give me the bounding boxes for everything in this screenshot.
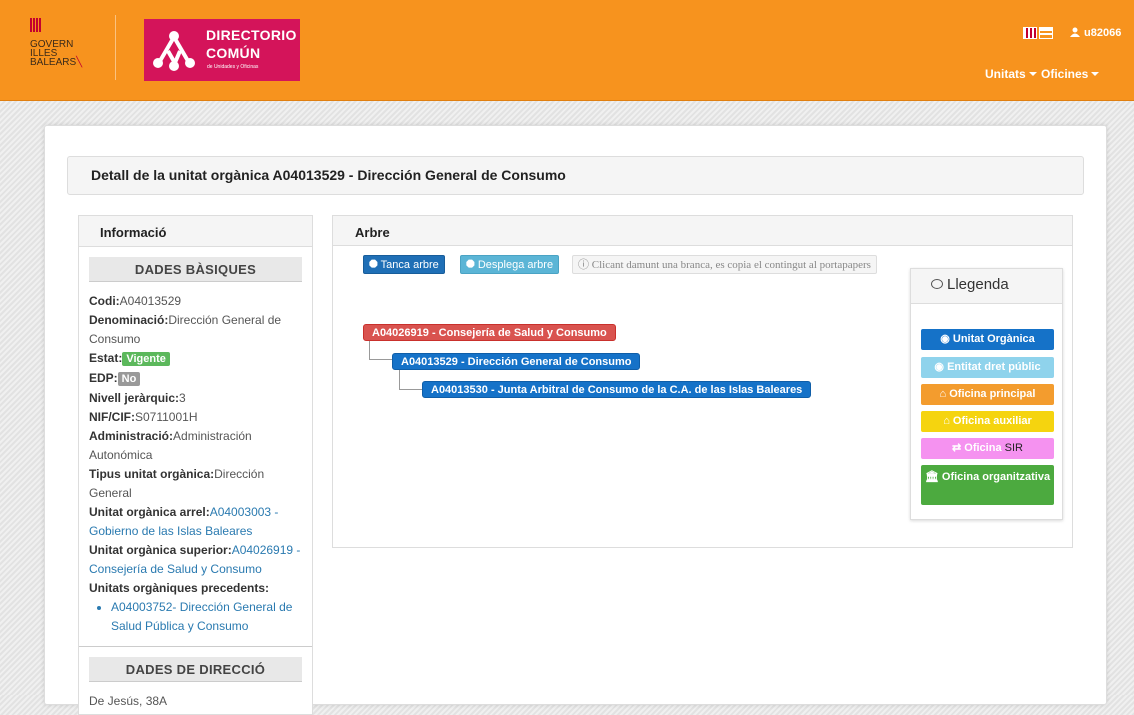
field-nif: NIF/CIF:S0711001H <box>89 408 302 427</box>
field-arrel: Unitat orgànica arrel:A04003003 - Gobier… <box>89 503 302 541</box>
field-tipus: Tipus unitat orgànica:Dirección General <box>89 465 302 503</box>
field-codi: Codi:A04013529 <box>89 292 302 311</box>
field-label: Unitat orgànica superior: <box>89 543 232 557</box>
comment-icon <box>931 279 943 289</box>
globe-icon: ◉ <box>934 361 948 373</box>
sir-logo: SIR <box>1004 442 1023 454</box>
field-nivell: Nivell jeràrquic:3 <box>89 389 302 408</box>
top-header: GOVERN ILLES BALEARS╲ DIRECTORIO COMÚN d… <box>0 0 1134 101</box>
caret-down-icon <box>1028 72 1037 76</box>
collapse-tree-button[interactable]: ⯃ Tanca arbre <box>363 255 445 274</box>
tree-node-current[interactable]: A04013529 - Dirección General de Consumo <box>392 353 641 370</box>
legend-oficina-auxiliar: ⌂ Oficina auxiliar <box>921 411 1054 432</box>
legend-title: Llegenda <box>911 269 1062 304</box>
info-panel: Informació DADES BÀSIQUES Codi:A04013529… <box>78 215 313 715</box>
nav-unitats-dropdown[interactable]: Unitats <box>985 67 1037 81</box>
edp-badge: No <box>117 372 141 386</box>
info-panel-title: Informació <box>79 216 312 247</box>
precedents-list: A04003752- Dirección General de Salud Pú… <box>89 598 302 636</box>
legend-panel: Llegenda ◉ Unitat Orgànica ◉ Entitat dre… <box>910 268 1063 520</box>
logo-title-line-1: DIRECTORIO <box>206 27 297 43</box>
legend-unitat-organica: ◉ Unitat Orgànica <box>921 329 1054 350</box>
legend-label: Oficina auxiliar <box>952 415 1032 427</box>
field-label: Nivell jeràrquic: <box>89 391 180 405</box>
sitemap-icon: ⯃ <box>369 259 381 271</box>
tree-node-child[interactable]: A04013530 - Junta Arbitral de Consumo de… <box>422 381 812 398</box>
precedent-link[interactable]: A04003752- Dirección General de Salud Pú… <box>111 598 302 636</box>
field-precedents: Unitats orgàniques precedents: <box>89 579 302 598</box>
page-title: Detall de la unitat orgànica A04013529 -… <box>91 167 566 183</box>
field-label: EDP: <box>89 371 118 385</box>
page-title-panel: Detall de la unitat orgànica A04013529 -… <box>67 156 1084 195</box>
legend-entitat-dret-public: ◉ Entitat dret públic <box>921 357 1054 378</box>
field-value: 3 <box>179 391 186 405</box>
tree-panel-title: Arbre <box>333 216 1072 246</box>
field-administracio: Administració:Administración Autonómica <box>89 427 302 465</box>
section-dades-basiques: DADES BÀSIQUES <box>89 257 302 282</box>
govern-logo-line-3: BALEARS╲ <box>30 57 83 68</box>
status-badge: Vigente <box>122 352 170 366</box>
nav-unitats-label: Unitats <box>985 67 1026 81</box>
tree-connector <box>369 341 393 360</box>
legend-title-text: Llegenda <box>947 276 1009 293</box>
globe-icon: ◉ <box>940 333 953 345</box>
govern-illes-balears-logo[interactable]: GOVERN ILLES BALEARS╲ <box>30 18 100 68</box>
nav-oficines-label: Oficines <box>1041 67 1089 81</box>
field-label: Unitats orgàniques precedents: <box>89 581 270 595</box>
field-label: Tipus unitat orgànica: <box>89 467 215 481</box>
home-icon: ⌂ <box>943 415 953 427</box>
bank-icon: 🏛 <box>924 471 942 483</box>
address-fields: De Jesús, 38A <box>79 682 312 711</box>
nav-oficines-dropdown[interactable]: Oficines <box>1041 67 1100 81</box>
logo-title-line-2: COMÚN <box>206 45 261 61</box>
field-label: Estat: <box>89 351 123 365</box>
legend-label: Entitat dret públic <box>947 361 1041 373</box>
field-label: Codi: <box>89 294 120 308</box>
section-dades-direccio: DADES DE DIRECCIÓ <box>89 657 302 682</box>
field-value: A04013529 <box>119 294 182 308</box>
legend-oficina-organitzativa: 🏛 Oficina organitzativa <box>921 465 1054 505</box>
expand-tree-button[interactable]: ⯃ Desplega arbre <box>460 255 560 274</box>
user-icon <box>1070 27 1080 37</box>
legend-label: Unitat Orgànica <box>952 333 1035 345</box>
field-edp: EDP: No <box>89 369 302 389</box>
user-menu[interactable]: u82066 <box>1070 27 1121 39</box>
collapse-tree-label: Tanca arbre <box>380 259 439 271</box>
language-selector-icon[interactable] <box>1023 27 1053 39</box>
field-superior: Unitat orgànica superior:A04026919 - Con… <box>89 541 302 579</box>
divider <box>79 646 312 647</box>
legend-label: Oficina <box>964 442 1002 454</box>
logo-subtitle: de Unidades y Oficinas <box>207 64 259 70</box>
header-divider <box>115 15 116 80</box>
field-label: Denominació: <box>89 313 169 327</box>
caret-down-icon <box>1091 72 1100 76</box>
field-label: Unitat orgànica arrel: <box>89 505 210 519</box>
note-text: Clicant damunt una branca, es copia el c… <box>591 259 871 271</box>
info-icon: ⓘ <box>578 259 592 271</box>
expand-tree-label: Desplega arbre <box>477 259 554 271</box>
sitemap-icon: ⯃ <box>466 259 478 271</box>
field-label: NIF/CIF: <box>89 410 135 424</box>
field-estat: Estat: Vigente <box>89 349 302 369</box>
tree-node-root[interactable]: A04026919 - Consejería de Salud y Consum… <box>363 324 616 341</box>
clipboard-info-note: ⓘ Clicant damunt una branca, es copia el… <box>572 255 877 274</box>
home-icon: ⌂ <box>939 388 950 400</box>
legend-oficina-sir: ⇄ Oficina SIR <box>921 438 1054 459</box>
field-value: S0711001H <box>135 410 198 424</box>
username: u82066 <box>1084 27 1122 39</box>
basic-data-fields: Codi:A04013529 Denominació:Dirección Gen… <box>79 282 312 636</box>
exchange-icon: ⇄ <box>952 442 965 454</box>
legend-label: Oficina organitzativa <box>941 471 1051 483</box>
legend-oficina-principal: ⌂ Oficina principal <box>921 384 1054 405</box>
legend-label: Oficina principal <box>949 388 1036 400</box>
directorio-comun-logo[interactable]: DIRECTORIO COMÚN de Unidades y Oficinas <box>144 19 300 81</box>
network-icon <box>153 31 195 71</box>
govern-emblem-icon <box>30 18 42 32</box>
tree-connector <box>399 370 423 390</box>
field-label: Administració: <box>89 429 174 443</box>
field-denominacio: Denominació:Dirección General de Consumo <box>89 311 302 349</box>
